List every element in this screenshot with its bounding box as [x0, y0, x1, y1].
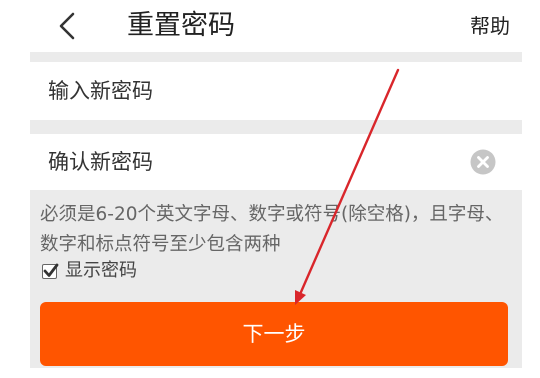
new-password-input[interactable] — [48, 62, 448, 120]
form-panel: 必须是6-20个英文字母、数字或符号(除空格)，且字母、数字和标点符号至少包含两… — [30, 52, 522, 368]
confirm-password-row — [30, 134, 522, 190]
top-bar: 重置密码 帮助 — [0, 0, 540, 52]
reset-password-screen: 重置密码 帮助 必须是6-20个英文字母、数字或符号(除空格)，且字母、数字和标… — [0, 0, 540, 378]
clear-circle-icon — [470, 149, 496, 175]
show-password-toggle[interactable]: 显示密码 — [42, 260, 137, 282]
show-password-label: 显示密码 — [65, 260, 137, 281]
show-password-checkbox[interactable] — [42, 263, 59, 279]
clear-input-button[interactable] — [470, 149, 496, 175]
chevron-left-icon — [59, 12, 75, 40]
password-rule-hint: 必须是6-20个英文字母、数字或符号(除空格)，且字母、数字和标点符号至少包含两… — [40, 204, 504, 255]
new-password-row — [30, 62, 522, 120]
next-step-button[interactable]: 下一步 — [40, 302, 508, 366]
help-link[interactable]: 帮助 — [470, 12, 510, 40]
page-title: 重置密码 — [127, 10, 235, 41]
back-button[interactable] — [52, 10, 82, 42]
checkmark-icon — [43, 263, 59, 277]
confirm-password-input[interactable] — [48, 134, 448, 190]
